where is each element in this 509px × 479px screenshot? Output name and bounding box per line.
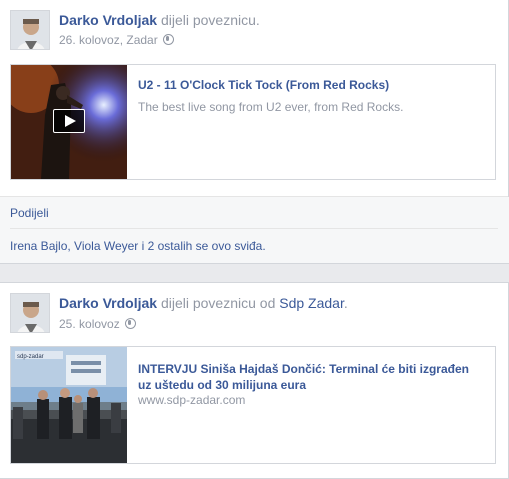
globe-icon[interactable] — [162, 34, 174, 45]
story-meta: 26. kolovoz, Zadar — [59, 32, 174, 48]
action-bar: Podijeli — [0, 197, 509, 229]
page-name[interactable]: Sdp Zadar — [279, 295, 344, 311]
link-title[interactable]: INTERVJU Siniša Hajdaš Dončić: Terminal … — [138, 361, 485, 393]
thumbnail-caption: sdp-zadar — [17, 354, 44, 360]
story-header: Darko Vrdoljak dijeli poveznicu od Sdp Z… — [59, 294, 348, 312]
story-period: . — [343, 295, 348, 311]
likes-summary[interactable]: Irena Bajlo, Viola Weyer i 2 ostalih se … — [10, 239, 266, 253]
story-header: Darko Vrdoljak dijeli poveznicu. — [59, 11, 260, 29]
story-timestamp[interactable]: 26. kolovoz, Zadar — [59, 33, 158, 47]
globe-icon[interactable] — [124, 318, 136, 329]
link-url: www.sdp-zadar.com — [138, 393, 246, 407]
story-verb: dijeli poveznicu — [160, 295, 256, 311]
story-meta: 25. kolovoz — [59, 316, 136, 332]
feed-story: Darko Vrdoljak dijeli poveznicu od Sdp Z… — [0, 282, 509, 479]
story-timestamp[interactable]: 25. kolovoz — [59, 317, 120, 331]
play-icon[interactable] — [53, 109, 85, 133]
link-title[interactable]: U2 - 11 O'Clock Tick Tock (From Red Rock… — [138, 77, 485, 93]
story-verb: dijeli poveznicu. — [160, 12, 260, 28]
feed-story: Darko Vrdoljak dijeli poveznicu. 26. kol… — [0, 0, 509, 264]
author-avatar[interactable] — [10, 293, 50, 333]
link-thumbnail[interactable]: sdp-zadar — [11, 347, 127, 463]
author-name[interactable]: Darko Vrdoljak — [59, 295, 157, 311]
shared-link-card[interactable]: sdp-zadar INTERVJU Siniša Hajdaš Dončić:… — [10, 346, 496, 464]
story-verb-od: od — [259, 295, 276, 311]
link-description: The best live song from U2 ever, from Re… — [138, 100, 404, 114]
shared-link-card[interactable]: U2 - 11 O'Clock Tick Tock (From Red Rock… — [10, 64, 496, 180]
author-name[interactable]: Darko Vrdoljak — [59, 12, 157, 28]
author-avatar[interactable] — [10, 10, 50, 50]
share-link[interactable]: Podijeli — [10, 206, 49, 220]
likes-row: Irena Bajlo, Viola Weyer i 2 ostalih se … — [0, 229, 509, 263]
